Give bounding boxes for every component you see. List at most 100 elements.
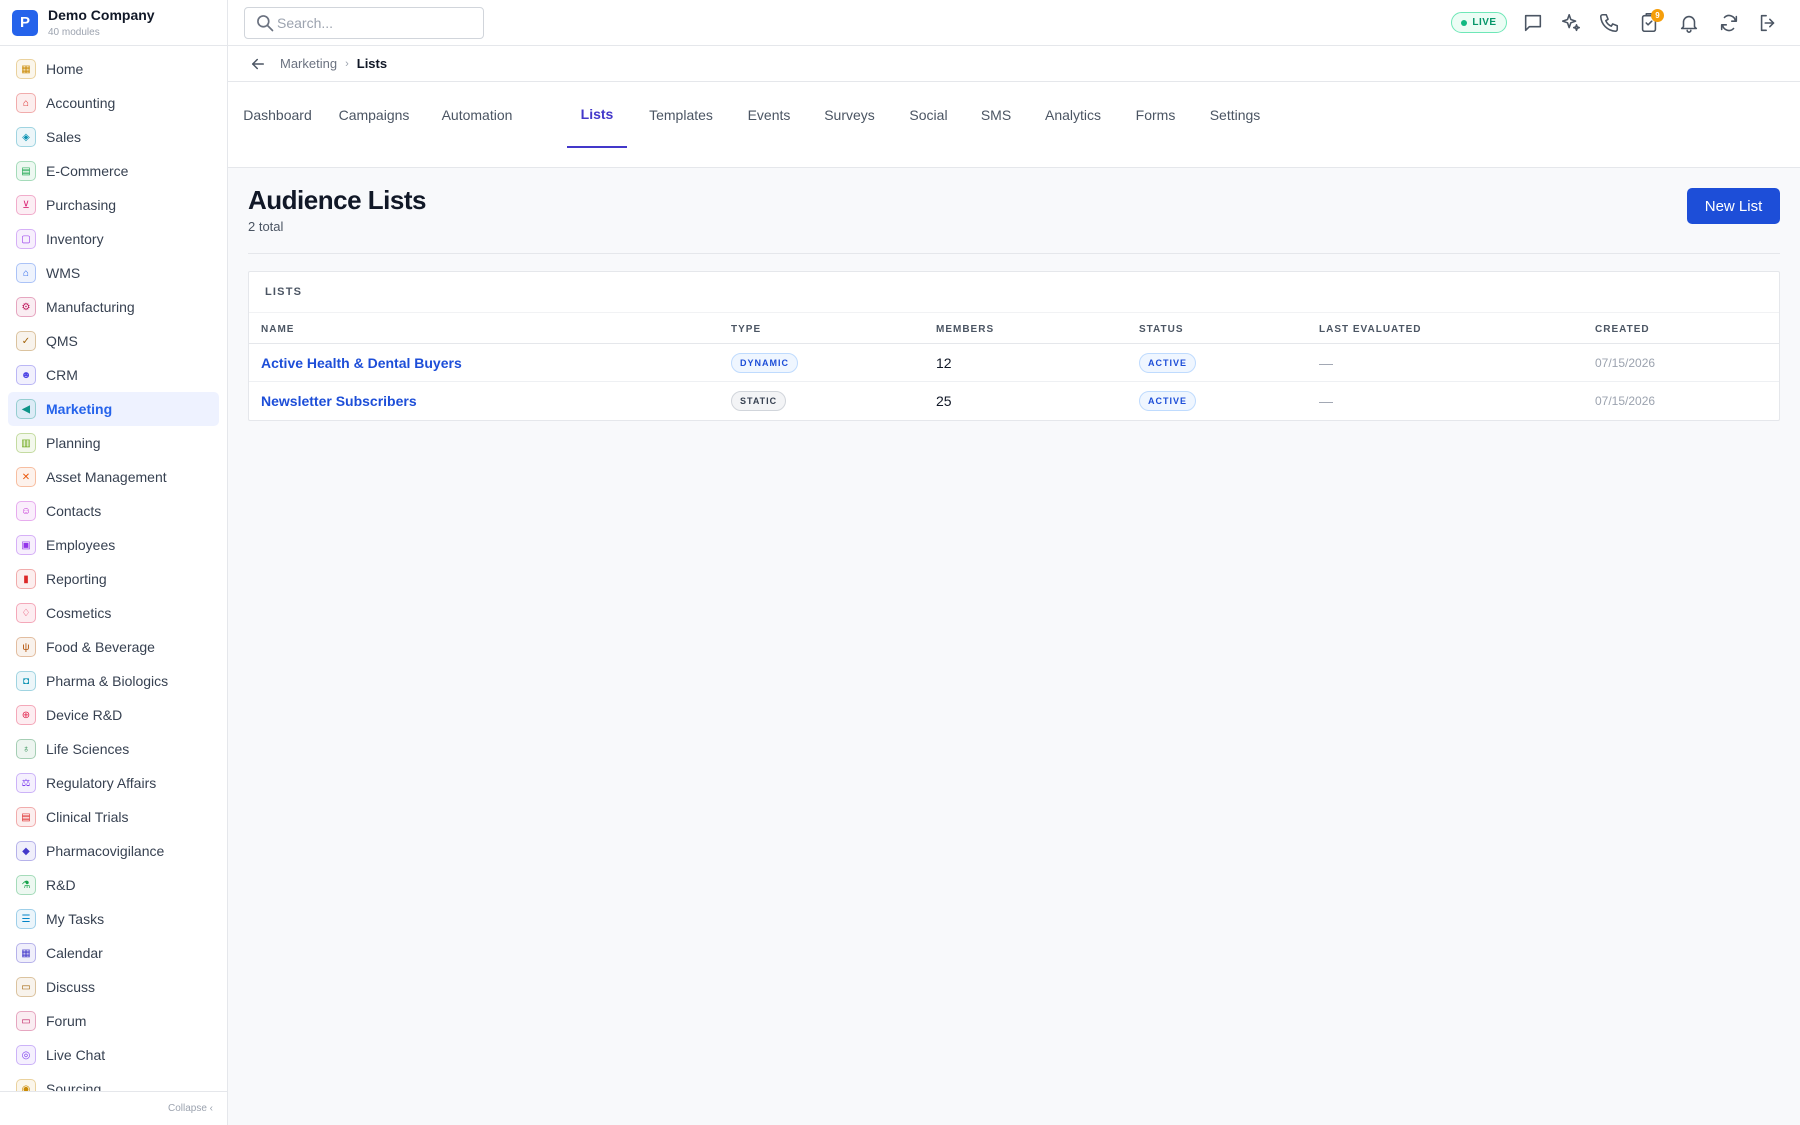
column-header-last-evaluated[interactable]: LAST EVALUATED [1319, 324, 1422, 335]
breadcrumb-marketing[interactable]: Marketing [280, 56, 337, 71]
company-switcher[interactable]: P Demo Company 40 modules [0, 0, 227, 46]
type-badge: DYNAMIC [731, 353, 798, 373]
tab-events[interactable]: Events [746, 82, 792, 148]
sidebar-item-reporting[interactable]: ▮ Reporting [8, 562, 219, 596]
chat-bubbles-icon: ▭ [16, 977, 36, 997]
tab-settings[interactable]: Settings [1207, 82, 1263, 148]
sidebar-item-accounting[interactable]: ⌂ Accounting [8, 86, 219, 120]
search-input[interactable] [277, 15, 467, 31]
bar-chart-icon: ▮ [16, 569, 36, 589]
tab-lists[interactable]: Lists [567, 82, 627, 148]
tab-campaigns[interactable]: Campaigns [337, 82, 411, 148]
sidebar-item-label: E-Commerce [46, 163, 129, 179]
breadcrumb-current: Lists [356, 56, 388, 71]
lists-card: LISTS NAME TYPE MEMBERS STATUS LAST EVAL… [248, 271, 1780, 421]
last-evaluated: — [1319, 355, 1333, 371]
headset-icon: ◎ [16, 1045, 36, 1065]
sidebar-item-label: WMS [46, 265, 81, 281]
sidebar-item-wms[interactable]: ⌂ WMS [8, 256, 219, 290]
sidebar: P Demo Company 40 modules ▦ Home ⌂ Accounti… [0, 0, 228, 1125]
sidebar-item-manufacturing[interactable]: ⚙ Manufacturing [8, 290, 219, 324]
sparkles-icon[interactable] [1559, 11, 1583, 35]
warehouse-icon: ⌂ [16, 263, 36, 283]
shield-icon: ◆ [16, 841, 36, 861]
sidebar-item-cosmetics[interactable]: ♢ Cosmetics [8, 596, 219, 630]
grid-icon: ▦ [16, 59, 36, 79]
badge-check-icon: ✓ [16, 331, 36, 351]
sidebar-item-pharma-biologics[interactable]: ◘ Pharma & Biologics [8, 664, 219, 698]
sidebar-item-employees[interactable]: ▣ Employees [8, 528, 219, 562]
table-row[interactable]: Active Health & Dental Buyers DYNAMIC 12… [249, 344, 1779, 382]
live-dot [1461, 19, 1468, 26]
sidebar-item-asset-management[interactable]: ✕ Asset Management [8, 460, 219, 494]
column-header-type[interactable]: TYPE [731, 324, 761, 335]
tasks-icon[interactable]: 9 [1637, 9, 1664, 35]
breadcrumb: Marketing › Lists [228, 46, 1800, 82]
members-count: 25 [936, 393, 952, 409]
sidebar-item-label: Forum [46, 1013, 87, 1029]
sidebar-item-calendar[interactable]: ▦ Calendar [8, 936, 219, 970]
sidebar-item-my-tasks[interactable]: ☰ My Tasks [8, 902, 219, 936]
microscope-icon: ♁ [16, 739, 36, 759]
live-status-badge: LIVE [1451, 12, 1507, 33]
list-name-link[interactable]: Active Health & Dental Buyers [261, 355, 462, 371]
live-label: LIVE [1472, 17, 1497, 28]
sidebar-item-marketing[interactable]: ◀ Marketing [8, 392, 219, 426]
sidebar-item-home[interactable]: ▦ Home [8, 52, 219, 86]
table-row[interactable]: Newsletter Subscribers STATIC 25 ACTIVE … [249, 382, 1779, 420]
tab-analytics[interactable]: Analytics [1042, 82, 1104, 148]
search-icon [257, 15, 274, 32]
tab-forms[interactable]: Forms [1134, 82, 1177, 148]
logout-icon[interactable] [1756, 11, 1780, 35]
tab-dashboard[interactable]: Dashboard [243, 82, 312, 148]
sidebar-item-discuss[interactable]: ▭ Discuss [8, 970, 219, 1004]
refresh-icon[interactable] [1717, 11, 1741, 35]
column-header-status[interactable]: STATUS [1139, 324, 1184, 335]
column-header-name[interactable]: NAME [261, 324, 294, 335]
sidebar-item-purchasing[interactable]: ⊻ Purchasing [8, 188, 219, 222]
tab-surveys[interactable]: Surveys [822, 82, 877, 148]
message-icon[interactable] [1521, 11, 1545, 35]
tab-social[interactable]: Social [907, 82, 950, 148]
sidebar-item-label: Inventory [46, 231, 104, 247]
phone-icon[interactable] [1597, 11, 1621, 35]
sidebar-item-crm[interactable]: ☻ CRM [8, 358, 219, 392]
sidebar-item-food-beverage[interactable]: ψ Food & Beverage [8, 630, 219, 664]
sidebar-item-label: R&D [46, 877, 76, 893]
sidebar-item-label: Asset Management [46, 469, 167, 485]
sidebar-item-clinical-trials[interactable]: ▤ Clinical Trials [8, 800, 219, 834]
column-header-members[interactable]: MEMBERS [936, 324, 994, 335]
sidebar-item-sales[interactable]: ◈ Sales [8, 120, 219, 154]
collapse-button[interactable]: Collapse ‹ [0, 1091, 227, 1125]
bell-icon[interactable] [1677, 11, 1701, 35]
back-arrow-icon[interactable] [248, 54, 268, 74]
tab-label: Campaigns [338, 107, 410, 123]
collapse-label: Collapse ‹ [167, 1103, 213, 1114]
sidebar-item-label: Planning [46, 435, 101, 451]
factory-icon: ⚙ [16, 297, 36, 317]
sidebar-item-r-d[interactable]: ⚗ R&D [8, 868, 219, 902]
list-name-link[interactable]: Newsletter Subscribers [261, 393, 417, 409]
sidebar-item-label: CRM [46, 367, 78, 383]
tab-automation[interactable]: Automation [441, 82, 513, 148]
sidebar-item-regulatory-affairs[interactable]: ⚖ Regulatory Affairs [8, 766, 219, 800]
tab-sms[interactable]: SMS [980, 82, 1012, 148]
tab-templates[interactable]: Templates [646, 82, 716, 148]
sidebar-item-sourcing[interactable]: ◉ Sourcing [8, 1072, 219, 1091]
sidebar-item-e-commerce[interactable]: ▤ E-Commerce [8, 154, 219, 188]
search-box[interactable] [244, 7, 484, 39]
column-header-created[interactable]: CREATED [1595, 324, 1650, 335]
utensils-icon: ψ [16, 637, 36, 657]
sidebar-item-device-r-d[interactable]: ⊕ Device R&D [8, 698, 219, 732]
sidebar-item-inventory[interactable]: ▢ Inventory [8, 222, 219, 256]
tab-label: Social [909, 107, 948, 123]
sidebar-item-pharmacovigilance[interactable]: ◆ Pharmacovigilance [8, 834, 219, 868]
sidebar-item-life-sciences[interactable]: ♁ Life Sciences [8, 732, 219, 766]
new-list-button[interactable]: New List [1687, 188, 1780, 224]
sidebar-item-contacts[interactable]: ☺ Contacts [8, 494, 219, 528]
sidebar-item-planning[interactable]: ▥ Planning [8, 426, 219, 460]
sidebar-item-forum[interactable]: ▭ Forum [8, 1004, 219, 1038]
sidebar-item-qms[interactable]: ✓ QMS [8, 324, 219, 358]
module-tabs: Dashboard Campaigns Automation Lists Tem… [228, 82, 1800, 168]
sidebar-item-live-chat[interactable]: ◎ Live Chat [8, 1038, 219, 1072]
